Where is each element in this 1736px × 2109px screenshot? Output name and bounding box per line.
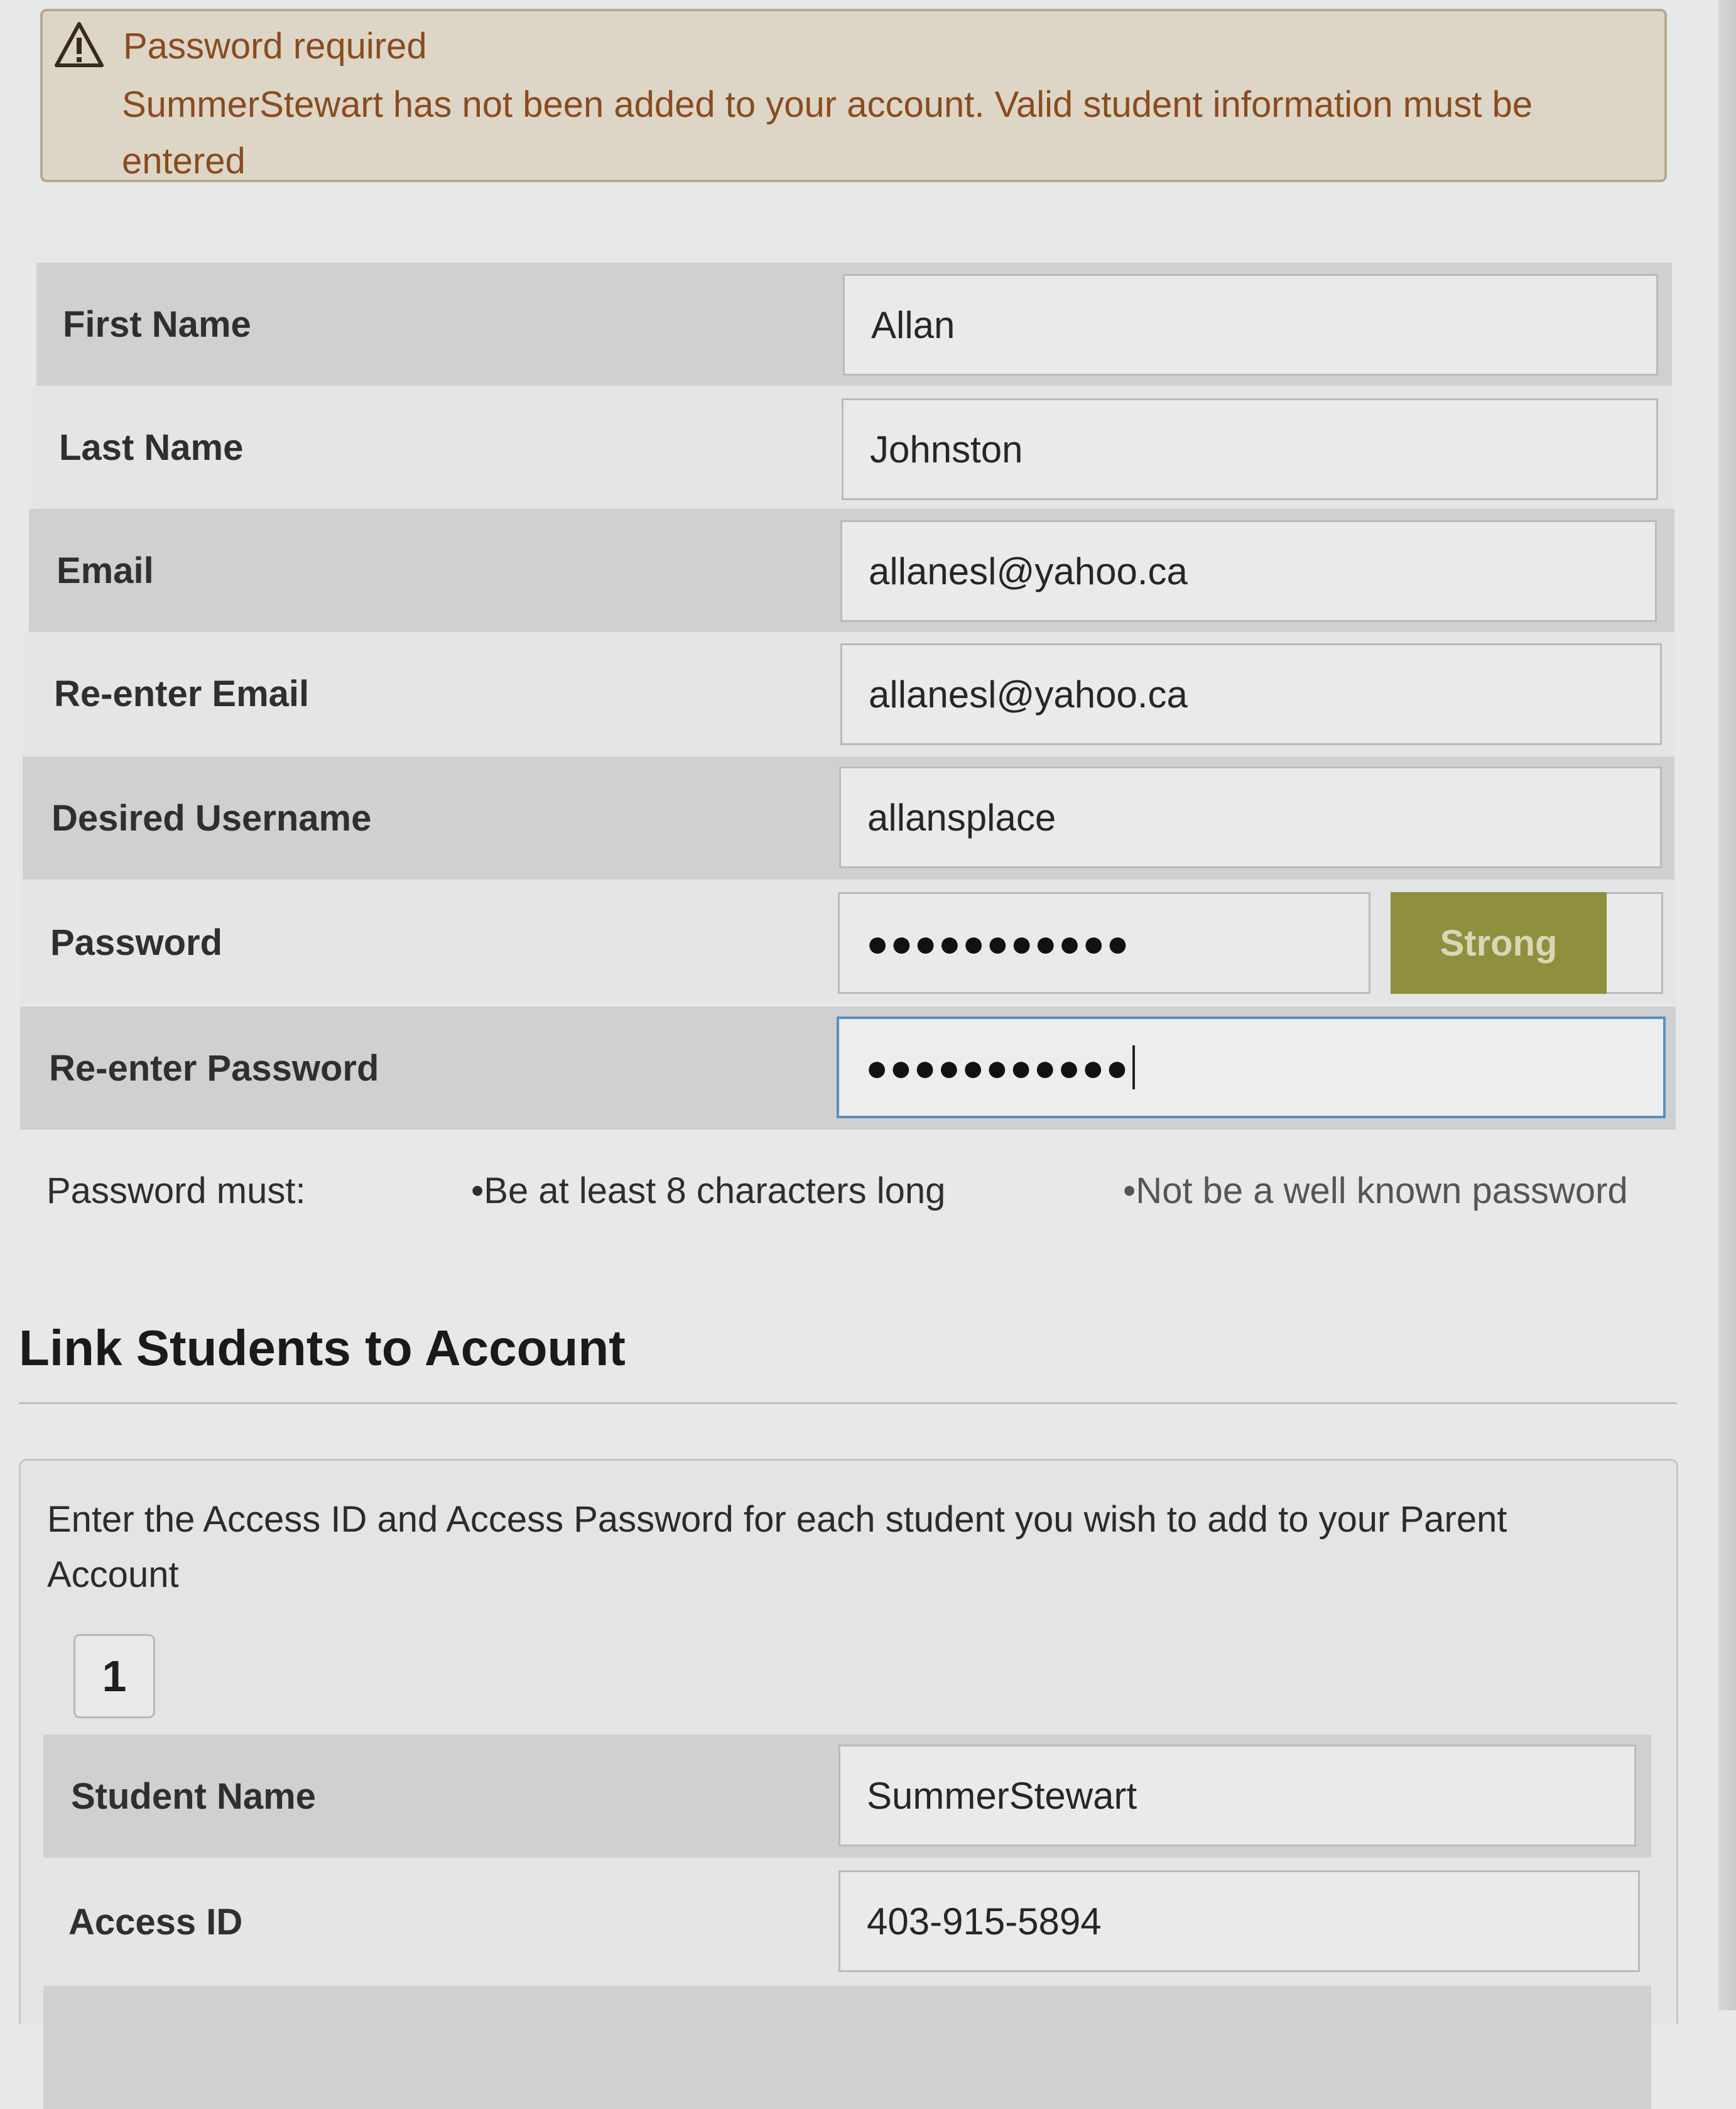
username-label: Desired Username <box>52 797 372 839</box>
password-input[interactable]: ●●●●●●●●●●● <box>838 892 1370 994</box>
email-row: Email allanesl@yahoo.ca <box>29 509 1674 632</box>
last-name-label: Last Name <box>59 427 244 468</box>
last-name-input[interactable]: Johnston <box>842 398 1658 500</box>
password-strength-badge: Strong <box>1391 892 1607 994</box>
student-name-row: Student Name SummerStewart <box>43 1735 1651 1858</box>
student-number-tab[interactable]: 1 <box>73 1634 155 1718</box>
link-students-panel: Enter the Access ID and Access Password … <box>19 1459 1678 2109</box>
access-password-row-partial <box>43 1986 1651 2109</box>
student-name-label: Student Name <box>71 1775 316 1817</box>
text-caret <box>1132 1045 1135 1089</box>
last-name-row: Last Name Johnston <box>33 386 1673 509</box>
password-rule-common: •Not be a well known password <box>1123 1170 1628 1211</box>
alert-message: SummerStewart has not been added to your… <box>122 84 1533 182</box>
first-name-row: First Name Allan <box>36 263 1672 386</box>
email-label: Email <box>57 550 154 591</box>
username-input[interactable]: allansplace <box>839 766 1662 868</box>
password-rules-label: Password must: <box>46 1170 306 1211</box>
first-name-input[interactable]: Allan <box>843 274 1658 376</box>
access-id-label: Access ID <box>68 1901 243 1943</box>
link-students-instructions: Enter the Access ID and Access Password … <box>47 1499 1507 1595</box>
reenter-email-row: Re-enter Email allanesl@yahoo.ca <box>25 632 1676 755</box>
access-id-row: Access ID 403-915-5894 <box>43 1860 1651 1983</box>
reenter-password-row: Re-enter Password ●●●●●●●●●●● <box>20 1006 1676 1130</box>
link-students-heading: Link Students to Account <box>19 1320 626 1376</box>
alert-title: Password required <box>123 26 427 67</box>
reenter-email-input[interactable]: allanesl@yahoo.ca <box>840 643 1662 745</box>
student-name-input[interactable]: SummerStewart <box>838 1745 1636 1846</box>
email-input[interactable]: allanesl@yahoo.ca <box>840 520 1657 622</box>
reenter-password-label: Re-enter Password <box>49 1047 379 1089</box>
password-masked-value: ●●●●●●●●●●● <box>866 922 1131 964</box>
parent-account-form-page: Password required SummerStewart has not … <box>0 0 1736 2109</box>
password-required-alert: Password required SummerStewart has not … <box>40 9 1667 182</box>
username-row: Desired Username allansplace <box>23 756 1674 880</box>
reenter-password-input[interactable]: ●●●●●●●●●●● <box>837 1016 1666 1118</box>
access-id-input[interactable]: 403-915-5894 <box>838 1870 1640 1972</box>
first-name-label: First Name <box>63 303 251 345</box>
section-divider <box>19 1402 1677 1404</box>
password-label: Password <box>50 922 222 963</box>
reenter-password-masked-value: ●●●●●●●●●●● <box>865 1046 1130 1089</box>
password-rule-length: •Be at least 8 characters long <box>471 1170 946 1211</box>
screen-edge <box>1718 0 1736 2010</box>
warning-icon <box>55 22 104 67</box>
reenter-email-label: Re-enter Email <box>54 673 310 714</box>
password-strength-meter: Strong <box>1391 892 1663 994</box>
password-row: Password ●●●●●●●●●●● Strong <box>21 881 1676 1004</box>
